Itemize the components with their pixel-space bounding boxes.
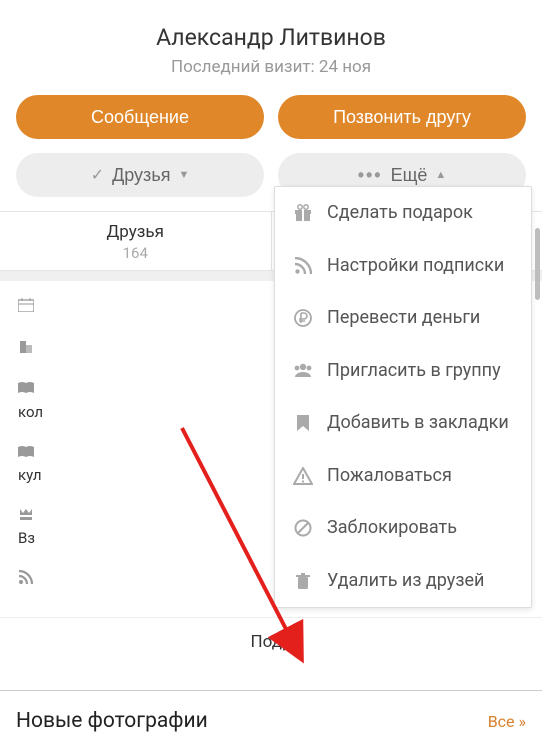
warning-icon — [293, 467, 313, 485]
block-icon — [293, 519, 313, 537]
gift-icon — [293, 204, 313, 222]
call-friend-button-label: Позвонить другу — [333, 107, 471, 128]
menu-complain[interactable]: Пожаловаться — [275, 450, 531, 503]
menu-bookmark[interactable]: Добавить в закладки — [275, 397, 531, 450]
menu-complain-label: Пожаловаться — [327, 465, 452, 488]
more-dropdown-label: Ещё — [391, 165, 428, 186]
menu-invite-group-label: Пригласить в группу — [327, 360, 501, 383]
menu-block[interactable]: Заблокировать — [275, 502, 531, 555]
menu-gift[interactable]: Сделать подарок — [275, 187, 531, 240]
menu-transfer-label: Перевести деньги — [327, 307, 480, 330]
tab-friends-label: Друзья — [0, 222, 271, 242]
friends-dropdown-label: Друзья — [112, 165, 170, 186]
ruble-icon — [293, 309, 313, 327]
menu-remove-friend[interactable]: Удалить из друзей — [275, 555, 531, 608]
message-button[interactable]: Сообщение — [16, 95, 264, 139]
details-link[interactable]: Подр — [0, 617, 542, 666]
dots-icon: ••• — [358, 165, 383, 186]
section-new-photos-title: Новые фотографии — [16, 709, 208, 733]
tab-friends[interactable]: Друзья 164 — [0, 212, 272, 270]
triangle-up-icon: ▲ — [435, 169, 446, 181]
menu-invite-group[interactable]: Пригласить в группу — [275, 345, 531, 398]
group-icon — [293, 362, 313, 378]
trash-icon — [293, 572, 313, 590]
menu-subscription-label: Настройки подписки — [327, 255, 504, 278]
check-icon: ✓ — [91, 165, 104, 185]
scrollbar-thumb[interactable] — [535, 228, 540, 300]
triangle-down-icon: ▼ — [178, 169, 189, 181]
more-dropdown-menu: Сделать подарок Настройки подписки Перев… — [274, 186, 532, 608]
menu-bookmark-label: Добавить в закладки — [327, 412, 509, 435]
bookmark-icon — [293, 414, 313, 432]
menu-gift-label: Сделать подарок — [327, 202, 473, 225]
menu-remove-friend-label: Удалить из друзей — [327, 570, 484, 593]
message-button-label: Сообщение — [91, 107, 189, 128]
rss-icon — [293, 257, 313, 275]
last-visit: Последний визит: 24 ноя — [0, 57, 542, 77]
menu-subscription[interactable]: Настройки подписки — [275, 240, 531, 293]
call-friend-button[interactable]: Позвонить другу — [278, 95, 526, 139]
menu-block-label: Заблокировать — [327, 517, 457, 540]
tab-friends-count: 164 — [0, 244, 271, 262]
menu-transfer-money[interactable]: Перевести деньги — [275, 292, 531, 345]
friends-dropdown-button[interactable]: ✓ Друзья ▼ — [16, 153, 264, 197]
all-photos-link[interactable]: Все » — [488, 712, 526, 731]
details-link-label: Подр — [250, 632, 291, 652]
user-name: Александр Литвинов — [0, 24, 542, 51]
